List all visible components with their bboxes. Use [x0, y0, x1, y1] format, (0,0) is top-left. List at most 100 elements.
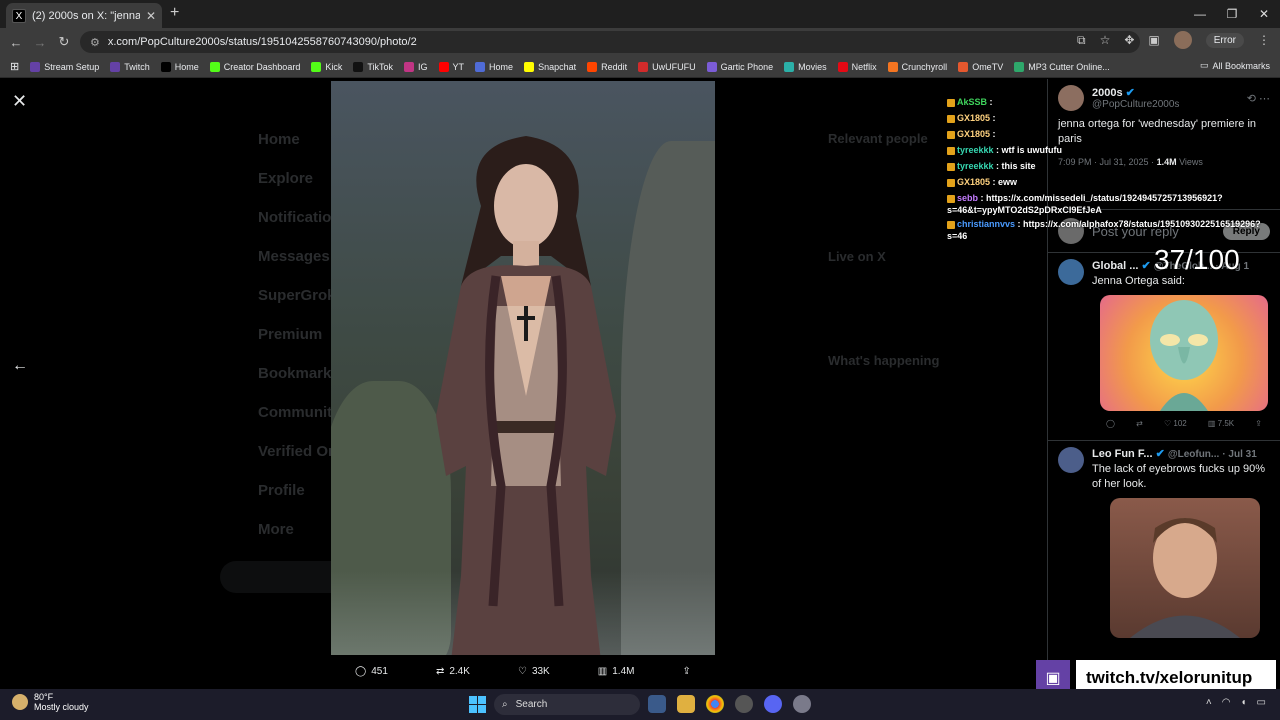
- reply-image[interactable]: [1100, 295, 1268, 411]
- reply-author-name[interactable]: Global ...: [1092, 260, 1138, 272]
- discord-icon[interactable]: [764, 695, 782, 713]
- reply-image[interactable]: [1110, 498, 1260, 638]
- reply-post[interactable]: Global ... ✔ @TheGlob... · Aug 1 Jenna O…: [1048, 253, 1280, 440]
- close-tab-icon[interactable]: ✕: [146, 9, 156, 23]
- close-viewer-icon[interactable]: ✕: [12, 91, 27, 112]
- minimize-icon[interactable]: —: [1184, 0, 1216, 28]
- weather-widget[interactable]: 80°F Mostly cloudy: [12, 692, 89, 712]
- like-count: 102: [1173, 419, 1187, 428]
- reload-icon[interactable]: ↻: [52, 34, 76, 50]
- chat-message: tyreekkk : wtf is uwufufu: [947, 142, 1277, 158]
- like-action[interactable]: ♡ 102: [1164, 419, 1187, 428]
- chat-separator: :: [990, 177, 999, 187]
- share-icon[interactable]: ⇪: [1255, 419, 1262, 428]
- bookmark-6[interactable]: IG: [404, 61, 428, 72]
- repost-action[interactable]: ⇄ 2.4K: [436, 666, 470, 677]
- reply-post[interactable]: Leo Fun F... ✔ @Leofun... · Jul 31 The l…: [1048, 441, 1280, 644]
- sidebar-icon[interactable]: ▣: [1148, 33, 1159, 47]
- background-live-on-x: Live on X: [828, 249, 886, 264]
- avatar[interactable]: [1058, 259, 1084, 285]
- bookmark-2[interactable]: Home: [160, 61, 199, 72]
- bookmark-13[interactable]: Movies: [784, 61, 827, 72]
- reply-author-handle[interactable]: @Leofun...: [1168, 449, 1219, 460]
- like-action[interactable]: ♡ 33K: [518, 666, 550, 677]
- obs-icon[interactable]: [735, 695, 753, 713]
- chat-username: sebb: [957, 193, 979, 203]
- chat-message: tyreekkk : this site: [947, 158, 1277, 174]
- menu-icon[interactable]: ⋮: [1258, 33, 1270, 47]
- avatar[interactable]: [1058, 447, 1084, 473]
- taskbar-search[interactable]: ⌕ Search: [494, 694, 640, 715]
- battery-icon[interactable]: ▭: [1257, 697, 1266, 708]
- apps-grid-icon[interactable]: ⊞: [10, 60, 19, 73]
- bookmark-8[interactable]: Home: [475, 61, 514, 72]
- error-badge[interactable]: Error: [1205, 32, 1244, 48]
- forward-icon[interactable]: →: [28, 35, 52, 50]
- start-icon[interactable]: [469, 696, 486, 713]
- chat-text: https://x.com/missedeli_/status/19249457…: [947, 193, 1223, 215]
- back-icon[interactable]: ←: [4, 35, 28, 50]
- install-icon[interactable]: ⧉: [1077, 33, 1086, 48]
- bookmark-label: Kick: [325, 61, 343, 72]
- bookmark-label: TikTok: [367, 61, 394, 72]
- post-photo[interactable]: [331, 81, 715, 655]
- bookmark-15[interactable]: Crunchyroll: [887, 61, 947, 72]
- bookmark-11[interactable]: UwUFUFU: [638, 61, 696, 72]
- profile-avatar[interactable]: [1173, 31, 1192, 49]
- share-action[interactable]: ⇪: [683, 666, 691, 677]
- background-nav-item: SuperGrok: [258, 287, 336, 304]
- bookmark-1[interactable]: Twitch: [110, 61, 150, 72]
- task-view-icon[interactable]: [648, 695, 666, 713]
- views-action[interactable]: ▥ 1.4M: [598, 666, 635, 677]
- bookmark-3[interactable]: Creator Dashboard: [209, 61, 300, 72]
- restore-icon[interactable]: ❐: [1216, 0, 1248, 28]
- browser-tab[interactable]: X (2) 2000s on X: "jenna ortega fo ✕: [6, 3, 162, 28]
- bookmark-9[interactable]: Snapchat: [524, 61, 577, 72]
- chat-username: GX1805: [957, 129, 991, 139]
- chevron-up-icon[interactable]: ˄: [1206, 697, 1212, 708]
- file-explorer-icon[interactable]: [677, 695, 695, 713]
- bookmark-16[interactable]: OmeTV: [958, 61, 1003, 72]
- volume-icon[interactable]: ◖: [1241, 697, 1247, 708]
- bookmark-favicon-icon: [887, 61, 898, 72]
- bookmark-4[interactable]: Kick: [311, 61, 343, 72]
- all-bookmarks[interactable]: ▭ All Bookmarks: [1200, 60, 1270, 71]
- chat-separator: :: [1015, 219, 1024, 229]
- reply-author-name[interactable]: Leo Fun F...: [1092, 448, 1153, 460]
- bookmark-14[interactable]: Netflix: [837, 61, 877, 72]
- bookmark-5[interactable]: TikTok: [353, 61, 394, 72]
- bookmark-label: Home: [489, 61, 514, 72]
- window-controls: — ❐ ✕: [1184, 0, 1280, 28]
- views-action[interactable]: ▥ 7.5K: [1208, 419, 1234, 428]
- bookmark-0[interactable]: Stream Setup: [30, 61, 99, 72]
- repost-icon[interactable]: ⇄: [1136, 419, 1143, 428]
- new-tab-icon[interactable]: +: [170, 4, 179, 22]
- like-count: 33K: [531, 665, 550, 677]
- wifi-icon[interactable]: ◠: [1222, 697, 1231, 708]
- bookmark-label: Netflix: [851, 61, 877, 72]
- previous-photo-icon[interactable]: ←: [12, 357, 28, 375]
- bookmark-17[interactable]: MP3 Cutter Online...: [1014, 61, 1110, 72]
- chat-username: tyreekkk: [957, 161, 994, 171]
- reply-action[interactable]: ◯ 451: [355, 666, 388, 677]
- bookmark-favicon-icon: [587, 61, 598, 72]
- chrome-icon[interactable]: [706, 695, 724, 713]
- bookmark-favicon-icon: [524, 61, 535, 72]
- bookmark-10[interactable]: Reddit: [587, 61, 627, 72]
- background-relevant-people: Relevant people: [828, 131, 928, 146]
- chat-message: sebb : https://x.com/missedeli_/status/1…: [947, 192, 1277, 216]
- reply-icon[interactable]: ◯: [1106, 419, 1115, 428]
- bookmark-star-icon[interactable]: ☆: [1100, 33, 1111, 47]
- toolbar-right: ⧉ ☆ ✥ ▣ Error ⋮: [1077, 31, 1270, 49]
- bookmark-7[interactable]: YT: [438, 61, 464, 72]
- extensions-icon[interactable]: ✥: [1124, 33, 1134, 47]
- pinned-apps: [648, 695, 811, 713]
- bookmark-favicon-icon: [404, 61, 415, 72]
- bookmark-12[interactable]: Gartic Phone: [706, 61, 773, 72]
- address-bar[interactable]: ⚙ x.com/PopCulture2000s/status/195104255…: [80, 31, 1140, 53]
- close-window-icon[interactable]: ✕: [1248, 0, 1280, 28]
- chat-username: AkSSB: [957, 97, 988, 107]
- site-info-icon[interactable]: ⚙: [90, 36, 100, 49]
- bookmark-label: Snapchat: [538, 61, 577, 72]
- settings-icon[interactable]: [793, 695, 811, 713]
